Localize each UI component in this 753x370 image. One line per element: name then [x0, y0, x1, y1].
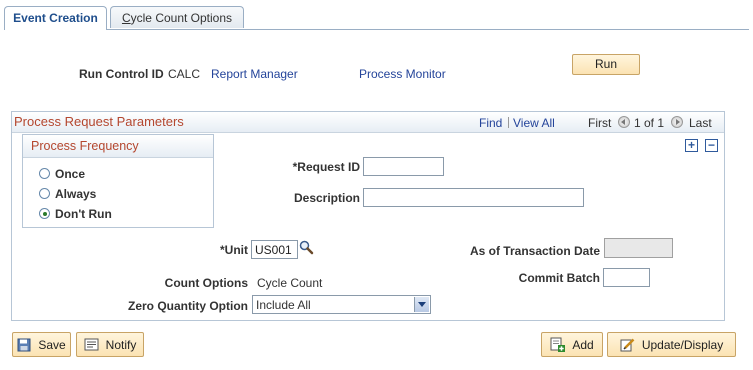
notify-button-label: Notify [105, 337, 137, 352]
find-link[interactable]: Find [479, 116, 502, 130]
panel-header: Process Request Parameters Find View All… [12, 112, 724, 133]
unit-label: *Unit [220, 243, 248, 257]
tab-accesskey-letter: C [121, 11, 131, 25]
process-frequency-header: Process Frequency [23, 135, 213, 158]
request-id-input[interactable] [363, 157, 444, 176]
process-frequency-box: Process Frequency [22, 134, 214, 228]
panel-title: Process Request Parameters [14, 114, 184, 129]
as-of-transaction-date-input[interactable] [604, 238, 673, 258]
notepad-icon [84, 338, 99, 351]
commit-batch-label: Commit Batch [518, 271, 600, 285]
add-row-icon[interactable]: + [685, 139, 698, 152]
add-button-label: Add [572, 337, 594, 352]
radio-once-label: Once [55, 167, 86, 181]
radio-dont-run-label: Don't Run [55, 207, 112, 221]
add-document-icon [550, 337, 566, 352]
tab-label: ycle Count Options [130, 11, 233, 25]
zero-quantity-option-value: Include All [256, 298, 311, 312]
run-control-id-value: CALC [168, 67, 201, 81]
last-label: Last [689, 116, 712, 130]
delete-row-icon[interactable]: − [705, 139, 718, 152]
zero-quantity-option-label: Zero Quantity Option [128, 299, 248, 313]
edit-pencil-icon [620, 338, 635, 352]
count-options-label: Count Options [164, 276, 248, 290]
floppy-disk-icon [17, 338, 31, 351]
chevron-down-icon[interactable] [414, 297, 429, 312]
add-button[interactable]: Add [541, 332, 603, 357]
row-counter: 1 of 1 [634, 116, 665, 130]
radio-always-label: Always [55, 187, 97, 201]
report-manager-link[interactable]: Report Manager [211, 67, 298, 81]
tab-event-creation[interactable]: Event Creation [4, 6, 107, 30]
view-all-link[interactable]: View All [513, 116, 555, 130]
radio-dont-run[interactable] [39, 208, 50, 219]
request-id-label: *Request ID [292, 160, 360, 174]
save-button-label: Save [38, 337, 66, 352]
tab-cycle-count-options[interactable]: Cycle Count Options [110, 6, 244, 28]
update-display-button[interactable]: Update/Display [607, 332, 736, 357]
description-label: Description [293, 191, 360, 205]
zero-quantity-option-select[interactable]: Include All [252, 295, 431, 314]
radio-always[interactable] [39, 188, 50, 199]
process-monitor-link[interactable]: Process Monitor [359, 67, 446, 81]
as-of-transaction-date-label: As of Transaction Date [469, 244, 600, 258]
separator [508, 117, 509, 128]
previous-row-icon[interactable] [618, 116, 630, 128]
description-input[interactable] [363, 188, 584, 207]
commit-batch-input[interactable] [603, 268, 650, 287]
tab-bar-divider [4, 29, 749, 30]
update-display-button-label: Update/Display [641, 337, 724, 352]
unit-input[interactable] [251, 240, 298, 259]
lookup-search-icon[interactable] [299, 240, 314, 255]
run-button[interactable]: Run [572, 54, 640, 75]
count-options-value: Cycle Count [257, 276, 323, 290]
next-row-icon[interactable] [671, 116, 683, 128]
save-button[interactable]: Save [12, 332, 71, 357]
first-label: First [588, 116, 612, 130]
notify-button[interactable]: Notify [76, 332, 144, 357]
radio-once[interactable] [39, 168, 50, 179]
run-control-id-label: Run Control ID [79, 67, 164, 81]
tab-label: Event Creation [13, 11, 98, 25]
process-frequency-title: Process Frequency [31, 139, 139, 153]
